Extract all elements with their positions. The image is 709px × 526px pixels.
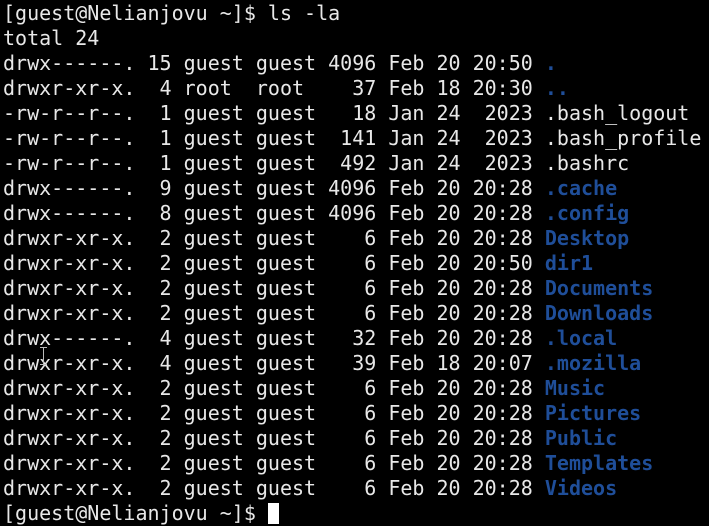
entry-metadata: drwxr-xr-x. 4 root root 37 Feb 18 20:30 xyxy=(3,76,545,100)
directory-name: Music xyxy=(544,376,606,400)
listing-row: drwxr-xr-x. 2 guest guest 6 Feb 20 20:28… xyxy=(3,401,709,426)
entry-metadata: -rw-r--r--. 1 guest guest 141 Jan 24 202… xyxy=(3,126,545,150)
directory-name: Desktop xyxy=(544,226,630,250)
entry-metadata: drwxr-xr-x. 2 guest guest 6 Feb 20 20:50 xyxy=(3,251,545,275)
entry-metadata: drwxr-xr-x. 2 guest guest 6 Feb 20 20:28 xyxy=(3,226,545,250)
directory-name: .mozilla xyxy=(544,351,642,375)
directory-name: Templates xyxy=(544,451,654,475)
file-name: .bash_profile xyxy=(544,126,702,150)
entry-metadata: -rw-r--r--. 1 guest guest 18 Jan 24 2023 xyxy=(3,101,545,125)
block-caret-icon xyxy=(267,503,279,524)
listing-row: -rw-r--r--. 1 guest guest 492 Jan 24 202… xyxy=(3,151,709,176)
listing-row: drwxr-xr-x. 4 root root 37 Feb 18 20:30 … xyxy=(3,76,709,101)
directory-name: Documents xyxy=(544,276,654,300)
entry-metadata: drwx------. 9 guest guest 4096 Feb 20 20… xyxy=(3,176,545,200)
shell-prompt: [guest@Nelianjovu ~]$ xyxy=(3,1,268,25)
directory-name: . xyxy=(544,51,557,75)
text-ibeam-cursor-icon xyxy=(40,347,48,365)
directory-name: .local xyxy=(544,326,618,350)
directory-name: Pictures xyxy=(544,401,642,425)
listing-row: drwx------. 8 guest guest 4096 Feb 20 20… xyxy=(3,201,709,226)
listing-row: drwxr-xr-x. 2 guest guest 6 Feb 20 20:28… xyxy=(3,451,709,476)
listing-row: -rw-r--r--. 1 guest guest 18 Jan 24 2023… xyxy=(3,101,709,126)
listing-row: drwxr-xr-x. 2 guest guest 6 Feb 20 20:28… xyxy=(3,226,709,251)
input-line[interactable]: [guest@Nelianjovu ~]$ xyxy=(3,501,709,526)
entry-metadata: drwxr-xr-x. 4 guest guest 39 Feb 18 20:0… xyxy=(3,351,545,375)
entry-metadata: drwxr-xr-x. 2 guest guest 6 Feb 20 20:28 xyxy=(3,476,545,500)
directory-listing: drwx------. 15 guest guest 4096 Feb 20 2… xyxy=(3,51,709,501)
listing-row: -rw-r--r--. 1 guest guest 141 Jan 24 202… xyxy=(3,126,709,151)
entry-metadata: drwxr-xr-x. 2 guest guest 6 Feb 20 20:28 xyxy=(3,401,545,425)
directory-name: Downloads xyxy=(544,301,654,325)
entry-metadata: drwxr-xr-x. 2 guest guest 6 Feb 20 20:28 xyxy=(3,451,545,475)
directory-name: Videos xyxy=(544,476,618,500)
shell-prompt-final: [guest@Nelianjovu ~]$ xyxy=(3,501,268,525)
listing-row: drwxr-xr-x. 4 guest guest 39 Feb 18 20:0… xyxy=(3,351,709,376)
command-line: [guest@Nelianjovu ~]$ ls -la xyxy=(3,1,709,26)
listing-row: drwxr-xr-x. 2 guest guest 6 Feb 20 20:50… xyxy=(3,251,709,276)
listing-row: drwx------. 15 guest guest 4096 Feb 20 2… xyxy=(3,51,709,76)
total-line: total 24 xyxy=(3,26,100,50)
entry-metadata: drwx------. 8 guest guest 4096 Feb 20 20… xyxy=(3,201,545,225)
entry-metadata: drwx------. 4 guest guest 32 Feb 20 20:2… xyxy=(3,326,545,350)
directory-name: .config xyxy=(544,201,630,225)
listing-row: drwxr-xr-x. 2 guest guest 6 Feb 20 20:28… xyxy=(3,476,709,501)
file-name: .bashrc xyxy=(544,151,630,175)
directory-name: Public xyxy=(544,426,618,450)
command-text: ls -la xyxy=(267,1,341,25)
listing-row: drwxr-xr-x. 2 guest guest 6 Feb 20 20:28… xyxy=(3,276,709,301)
entry-metadata: -rw-r--r--. 1 guest guest 492 Jan 24 202… xyxy=(3,151,545,175)
directory-name: dir1 xyxy=(544,251,594,275)
listing-row: drwxr-xr-x. 2 guest guest 6 Feb 20 20:28… xyxy=(3,376,709,401)
entry-metadata: drwx------. 15 guest guest 4096 Feb 20 2… xyxy=(3,51,545,75)
entry-metadata: drwxr-xr-x. 2 guest guest 6 Feb 20 20:28 xyxy=(3,426,545,450)
listing-row: drwxr-xr-x. 2 guest guest 6 Feb 20 20:28… xyxy=(3,426,709,451)
directory-name: .cache xyxy=(544,176,618,200)
directory-name: .. xyxy=(544,76,569,100)
listing-row: drwxr-xr-x. 2 guest guest 6 Feb 20 20:28… xyxy=(3,301,709,326)
listing-row: drwx------. 9 guest guest 4096 Feb 20 20… xyxy=(3,176,709,201)
terminal-window[interactable]: [guest@Nelianjovu ~]$ ls -la total 24 dr… xyxy=(0,0,709,526)
entry-metadata: drwxr-xr-x. 2 guest guest 6 Feb 20 20:28 xyxy=(3,276,545,300)
entry-metadata: drwxr-xr-x. 2 guest guest 6 Feb 20 20:28 xyxy=(3,301,545,325)
entry-metadata: drwxr-xr-x. 2 guest guest 6 Feb 20 20:28 xyxy=(3,376,545,400)
file-name: .bash_logout xyxy=(544,101,690,125)
listing-row: drwx------. 4 guest guest 32 Feb 20 20:2… xyxy=(3,326,709,351)
